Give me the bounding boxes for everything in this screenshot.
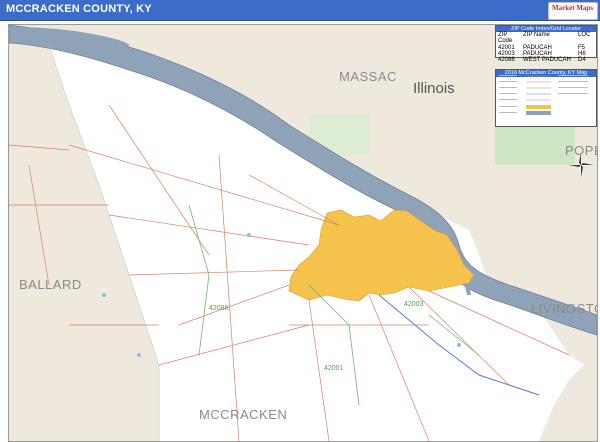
zip-index-header: ZIP Code ZIP Name LOC <box>496 32 596 45</box>
zip-label-42003: 42003 <box>404 301 424 308</box>
name-cell: WEST PADUCAH <box>523 57 571 64</box>
zip-index-legend: ZIP Code Index/Grid Locator ZIP Code ZIP… <box>495 25 597 63</box>
state-park <box>495 125 575 165</box>
zip-label-42001: 42001 <box>324 365 344 372</box>
map-area[interactable]: MASSAC Illinois POPE BALLARD LIVINGSTON … <box>8 24 598 442</box>
zip-index-row: 42086 WEST PADUCAH D4 <box>496 57 596 63</box>
label-illinois: Illinois <box>413 80 455 97</box>
compass-rose-icon <box>569 153 593 177</box>
loc-header: LOC <box>578 32 591 38</box>
label-ballard: BALLARD <box>19 277 82 292</box>
logo-text: Market Maps <box>552 4 594 12</box>
page-title: MCCRACKEN COUNTY, KY <box>6 3 152 15</box>
label-livingston: LIVINGSTON <box>531 301 597 316</box>
name-header: ZIP Name <box>523 32 550 38</box>
legend-swatches <box>499 75 588 115</box>
title-bar: MCCRACKEN COUNTY, KY Market Maps <box>0 0 600 21</box>
zip-cell: 42086 <box>498 57 515 64</box>
zip-header: ZIP Code <box>498 32 513 45</box>
zip-label-42086: 42086 <box>209 305 229 312</box>
map-legend: 2016 McCracken County, KY Map <box>495 69 597 127</box>
loc-cell: D4 <box>578 57 586 64</box>
logo: Market Maps <box>548 2 598 20</box>
label-mccracken: MCCRACKEN <box>199 407 288 422</box>
label-massac: MASSAC <box>339 69 397 84</box>
